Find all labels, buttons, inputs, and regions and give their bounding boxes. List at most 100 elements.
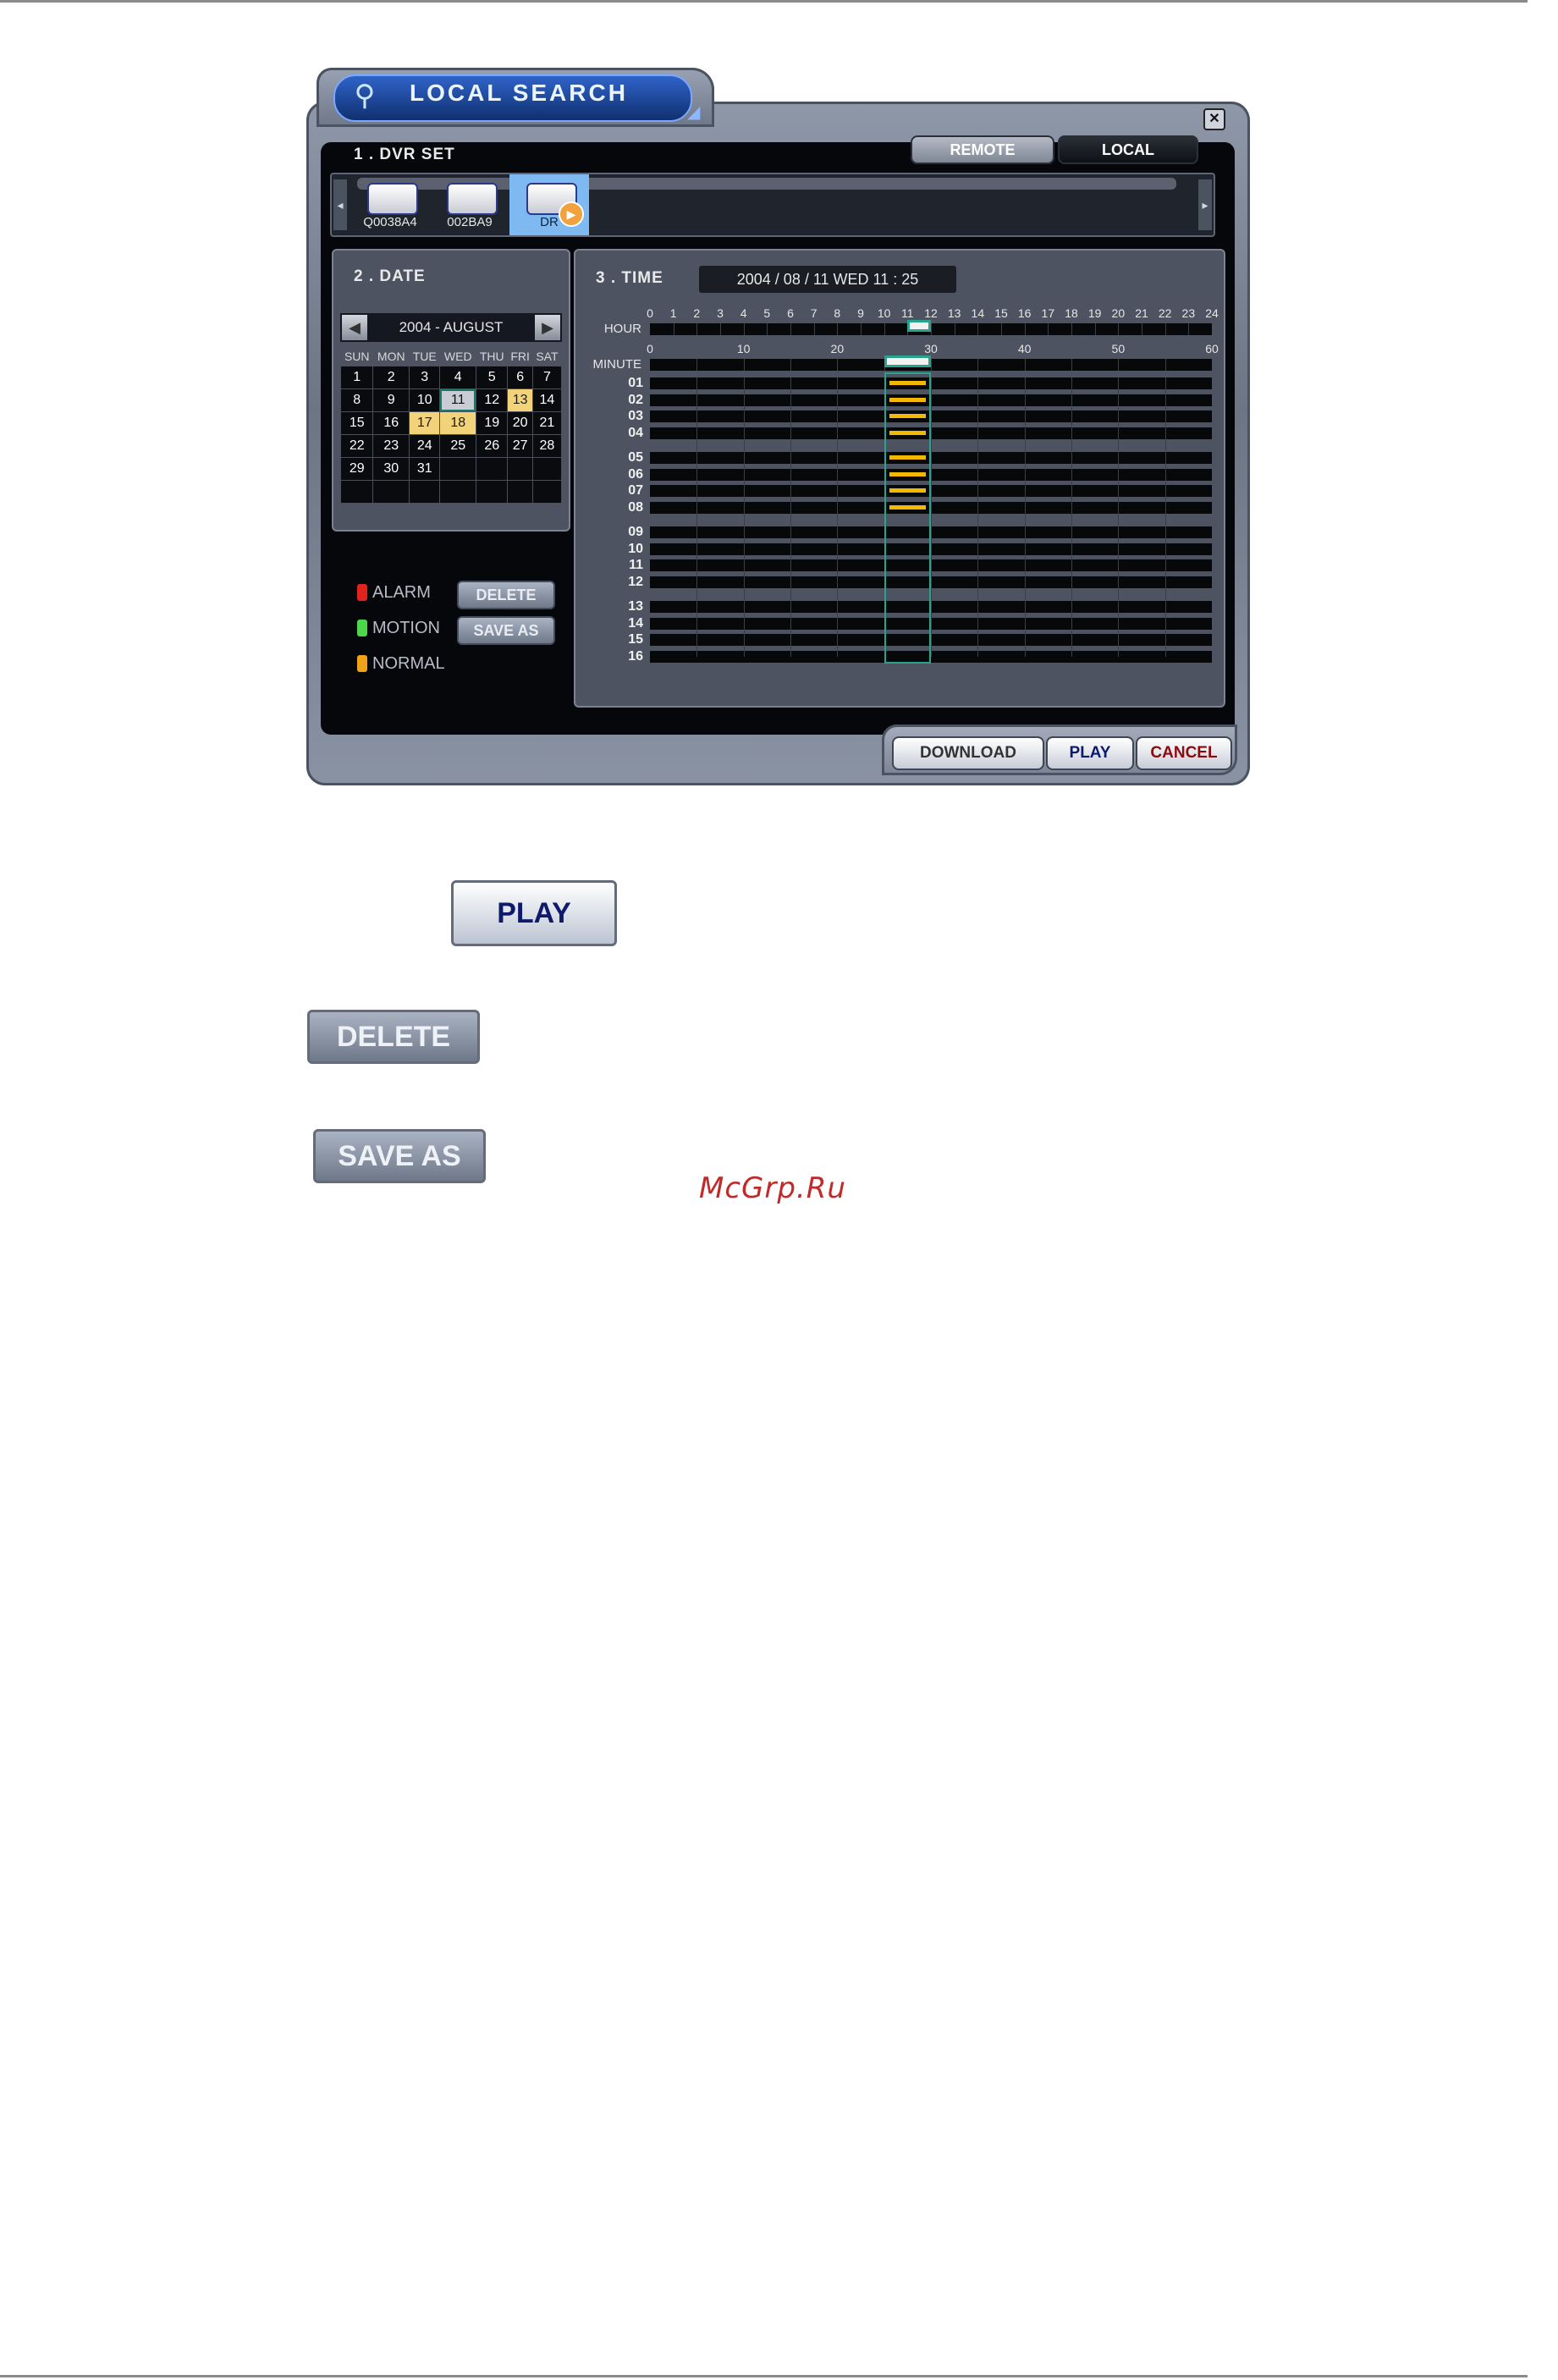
local-search-window: ⚲ LOCAL SEARCH ◢ ✕ 1 . DVR SET REMOTE LO… xyxy=(306,68,1250,785)
grid-divider xyxy=(1164,377,1166,657)
tab-remote[interactable]: REMOTE xyxy=(911,135,1054,164)
hour-cursor[interactable] xyxy=(907,320,931,332)
calendar-day[interactable]: 25 xyxy=(439,434,476,458)
calendar-day[interactable]: 6 xyxy=(507,366,533,389)
scroll-left-arrow-icon[interactable]: ◂ xyxy=(333,179,347,230)
calendar-day[interactable]: 29 xyxy=(339,457,374,481)
watermark: McGrp.Ru xyxy=(699,1171,846,1205)
next-month-arrow-icon[interactable]: ▶ xyxy=(535,315,560,340)
save-as-button-large[interactable]: SAVE AS xyxy=(313,1129,486,1183)
channel-label: 12 xyxy=(628,574,643,589)
calendar-day[interactable]: 3 xyxy=(409,366,441,389)
hour-bar[interactable] xyxy=(650,320,1212,335)
minute-tick-label: 30 xyxy=(924,342,938,355)
delete-button-large[interactable]: DELETE xyxy=(307,1010,480,1064)
channel-label: 06 xyxy=(628,466,643,482)
hour-tick-label: 20 xyxy=(1111,306,1126,320)
bar-divider xyxy=(1164,359,1166,371)
bar-divider xyxy=(1048,323,1049,335)
hour-tick-label: 18 xyxy=(1065,306,1078,320)
bar-divider xyxy=(931,359,932,371)
calendar-day[interactable]: 12 xyxy=(475,388,509,412)
hour-tick-label: 21 xyxy=(1135,306,1148,320)
calendar-day[interactable]: 31 xyxy=(409,457,441,481)
hour-label: HOUR xyxy=(603,322,641,336)
calendar-day[interactable]: 19 xyxy=(475,411,509,435)
calendar-day[interactable]: 30 xyxy=(372,457,410,481)
normal-color-icon xyxy=(357,655,367,672)
calendar-day[interactable]: 13 xyxy=(507,388,533,412)
close-button[interactable]: ✕ xyxy=(1203,108,1225,130)
grid-divider xyxy=(977,377,979,657)
month-label: 2004 - AUGUST xyxy=(399,319,504,335)
calendar-day[interactable]: 5 xyxy=(475,366,509,389)
calendar-day[interactable]: 1 xyxy=(339,366,374,389)
channel-label: 13 xyxy=(628,599,643,614)
calendar-empty-cell xyxy=(372,480,410,504)
calendar-day[interactable]: 9 xyxy=(372,388,410,412)
legend-label: MOTION xyxy=(372,619,440,637)
calendar-day[interactable]: 2 xyxy=(372,366,410,389)
calendar-day[interactable]: 27 xyxy=(507,434,533,458)
calendar-empty-cell xyxy=(531,457,563,481)
legend-motion: MOTION xyxy=(357,618,459,638)
scroll-right-arrow-icon[interactable]: ▸ xyxy=(1198,179,1212,230)
play-button[interactable]: PLAY xyxy=(1046,736,1134,770)
calendar-day[interactable]: 24 xyxy=(409,434,441,458)
calendar-day[interactable]: 4 xyxy=(439,366,476,389)
weekday-header: WED xyxy=(443,350,472,363)
hour-tick-label: 11 xyxy=(901,306,914,320)
bar-divider xyxy=(743,323,745,335)
section-date: 2 . DATE xyxy=(354,267,426,285)
calendar-day[interactable]: 21 xyxy=(531,411,563,435)
calendar-day[interactable]: 11 xyxy=(439,388,476,412)
section-time: 3 . TIME xyxy=(596,269,663,287)
minute-cursor[interactable] xyxy=(884,355,931,367)
download-button[interactable]: DOWNLOAD xyxy=(892,736,1044,770)
calendar-day[interactable]: 18 xyxy=(439,411,476,435)
play-button-large[interactable]: PLAY xyxy=(451,880,617,946)
dvr-item-q0038a4[interactable]: Q0038A4 xyxy=(350,174,430,235)
calendar-day[interactable]: 7 xyxy=(531,366,563,389)
calendar-empty-cell xyxy=(439,480,476,504)
channel-label: 04 xyxy=(628,425,643,440)
calendar-day[interactable]: 17 xyxy=(409,411,441,435)
minute-bar[interactable] xyxy=(650,355,1212,371)
dvr-item-002ba9[interactable]: 002BA9 xyxy=(430,174,509,235)
bar-divider xyxy=(1001,323,1002,335)
channel-label: 03 xyxy=(628,409,643,423)
calendar-day[interactable]: 8 xyxy=(339,388,374,412)
save-as-button[interactable]: SAVE AS xyxy=(457,616,555,645)
bar-divider xyxy=(837,359,839,371)
calendar-day[interactable]: 22 xyxy=(339,434,374,458)
bar-divider xyxy=(696,359,698,371)
hour-tick-label: 1 xyxy=(669,306,677,320)
channel-label: 05 xyxy=(628,450,643,465)
weekday-header: SUN xyxy=(344,350,370,363)
calendar-empty-cell xyxy=(409,480,441,504)
calendar-day[interactable]: 10 xyxy=(409,388,441,412)
calendar-day[interactable]: 23 xyxy=(372,434,410,458)
calendar-day[interactable]: 26 xyxy=(475,434,509,458)
dvr-item-dr[interactable]: ▶ DR xyxy=(509,174,589,235)
calendar: SUN MON TUE WED THU FRI SAT 1 2 3 4 5 6 7 8 9 10 11 12 13 1… xyxy=(339,347,563,504)
calendar-day[interactable]: 20 xyxy=(507,411,533,435)
prev-month-arrow-icon[interactable]: ◀ xyxy=(342,315,367,340)
bar-divider xyxy=(767,323,768,335)
delete-button[interactable]: DELETE xyxy=(457,581,555,609)
calendar-empty-cell xyxy=(531,480,563,504)
cancel-button[interactable]: CANCEL xyxy=(1136,736,1232,770)
bar-divider xyxy=(1071,359,1072,371)
tab-local[interactable]: LOCAL xyxy=(1058,135,1198,164)
minute-tick-label: 10 xyxy=(736,342,751,355)
calendar-day[interactable]: 14 xyxy=(531,388,563,412)
calendar-day[interactable]: 28 xyxy=(531,434,563,458)
minute-tick-label: 0 xyxy=(647,342,653,355)
hour-tick-label: 2 xyxy=(693,306,701,320)
hour-tick-label: 10 xyxy=(877,306,891,320)
calendar-day[interactable]: 16 xyxy=(372,411,410,435)
page-bottom-rule xyxy=(0,2375,1528,2377)
section-dvr-set: 1 . DVR SET xyxy=(354,146,455,163)
calendar-day[interactable]: 15 xyxy=(339,411,374,435)
legend-label: ALARM xyxy=(372,583,431,602)
